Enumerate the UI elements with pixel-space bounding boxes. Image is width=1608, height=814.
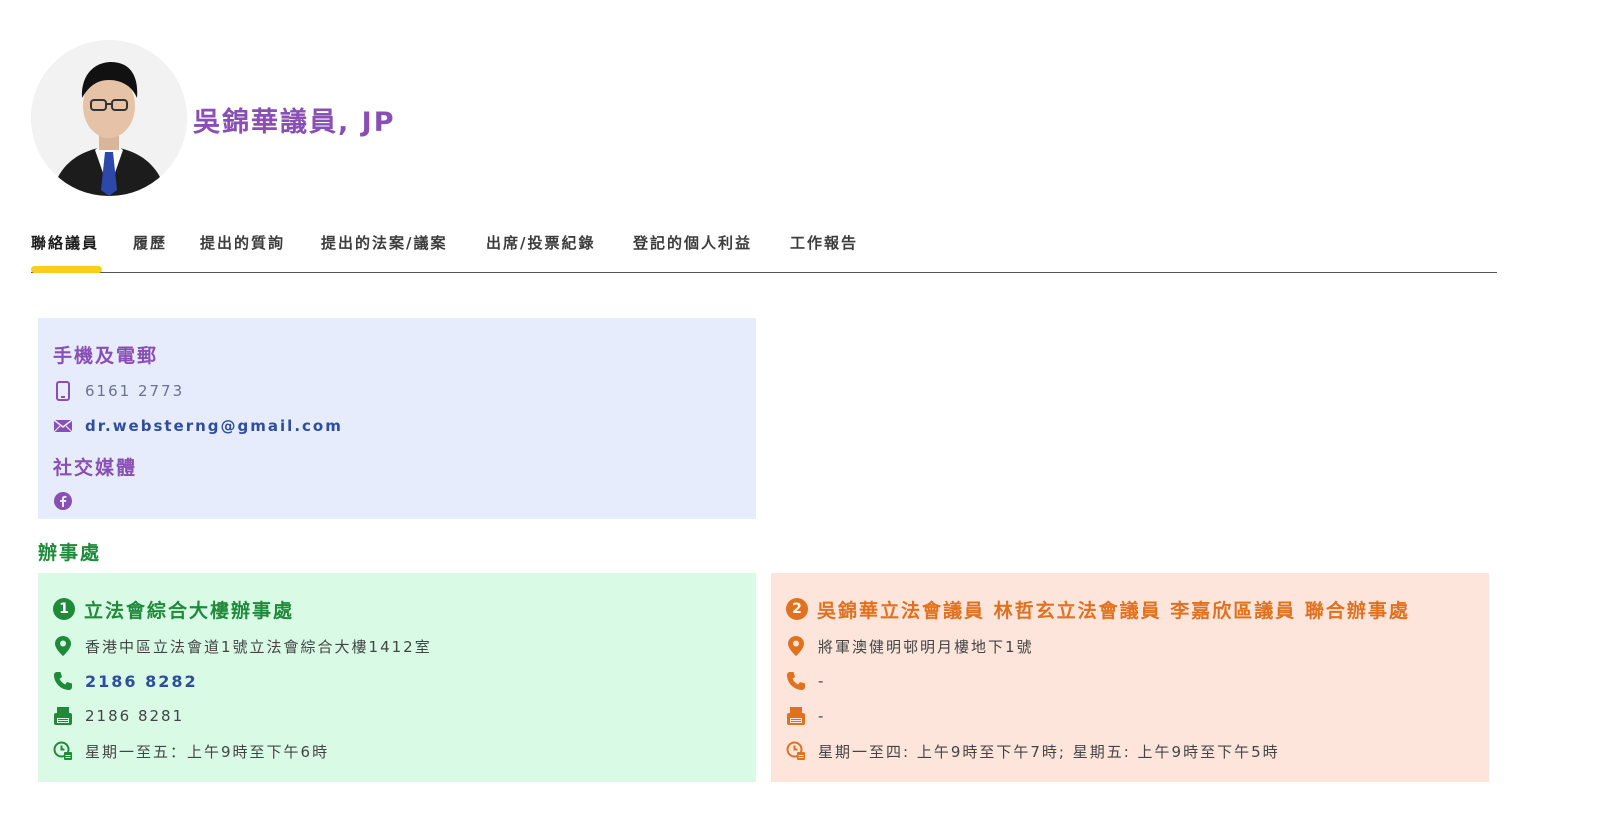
office-address: 將軍澳健明邨明月樓地下1號 (818, 637, 1034, 656)
address-row: 香港中區立法會道1號立法會綜合大樓1412室 (53, 634, 432, 658)
address-row: 將軍澳健明邨明月樓地下1號 (786, 634, 1034, 658)
tab-bills-motions[interactable]: 提出的法案/議案 (321, 232, 447, 253)
social-row (53, 489, 85, 513)
tel-row: - (786, 669, 825, 693)
office-title: 2 吳錦華立法會議員 林哲玄立法會議員 李嘉欣區議員 聯合辦事處 (786, 595, 1410, 623)
fax-icon (786, 706, 806, 726)
tab-personal-interests[interactable]: 登記的個人利益 (633, 232, 752, 253)
contact-box: 手機及電郵 6161 2773 dr.websterng@gmail.com 社… (38, 318, 756, 519)
tel-row: 2186 8282 (53, 669, 198, 693)
office-name: 吳錦華立法會議員 林哲玄立法會議員 李嘉欣區議員 聯合辦事處 (817, 599, 1410, 622)
fax-row: 2186 8281 (53, 704, 184, 728)
phone-row: 6161 2773 (53, 379, 184, 403)
mobile-phone-icon (53, 381, 73, 401)
office-card-2: 2 吳錦華立法會議員 林哲玄立法會議員 李嘉欣區議員 聯合辦事處 將軍澳健明邨明… (771, 573, 1489, 782)
active-tab-indicator (31, 266, 102, 273)
mail-icon (53, 416, 73, 436)
location-pin-icon (786, 636, 806, 656)
tab-work-report[interactable]: 工作報告 (790, 232, 858, 253)
office-address: 香港中區立法會道1號立法會綜合大樓1412室 (85, 637, 432, 656)
member-page: 吳錦華議員, JP 聯絡議員 履歷 提出的質詢 提出的法案/議案 出席/投票紀錄… (0, 0, 1608, 814)
office-hours: 星期一至五：上午9時至下午6時 (85, 742, 330, 761)
fax-row: - (786, 704, 825, 728)
office-name: 立法會綜合大樓辦事處 (84, 599, 295, 622)
tab-resume[interactable]: 履歷 (133, 232, 167, 253)
phone-number: 6161 2773 (85, 382, 185, 400)
office-hours: 星期一至四: 上午9時至下午7時; 星期五: 上午9時至下午5時 (818, 742, 1280, 761)
office-card-1: 1 立法會綜合大樓辦事處 香港中區立法會道1號立法會綜合大樓1412室 2186… (38, 573, 756, 782)
hours-row: 星期一至四: 上午9時至下午7時; 星期五: 上午9時至下午5時 (786, 739, 1280, 763)
clock-calendar-icon (786, 741, 806, 761)
avatar (31, 40, 187, 196)
tab-contact[interactable]: 聯絡議員 (31, 232, 99, 253)
office-tel[interactable]: 2186 8282 (85, 672, 198, 691)
office-number-badge: 2 (786, 598, 808, 620)
office-title: 1 立法會綜合大樓辦事處 (53, 595, 294, 623)
tab-attendance-voting[interactable]: 出席/投票紀錄 (486, 232, 595, 253)
email-row: dr.websterng@gmail.com (53, 414, 343, 438)
fax-icon (53, 706, 73, 726)
office-fax: 2186 8281 (85, 707, 185, 725)
office-number-badge: 1 (53, 598, 75, 620)
facebook-icon[interactable] (53, 491, 73, 511)
email-link[interactable]: dr.websterng@gmail.com (85, 417, 343, 435)
clock-calendar-icon (53, 741, 73, 761)
office-tel: - (818, 672, 826, 690)
hours-row: 星期一至五：上午9時至下午6時 (53, 739, 329, 763)
location-pin-icon (53, 636, 73, 656)
member-portrait-icon (31, 40, 187, 196)
profile-tabs: 聯絡議員 履歷 提出的質詢 提出的法案/議案 出席/投票紀錄 登記的個人利益 工… (31, 232, 1497, 273)
mobile-email-heading: 手機及電郵 (53, 345, 159, 367)
phone-icon (786, 671, 806, 691)
office-fax: - (818, 707, 826, 725)
member-name: 吳錦華議員, JP (193, 107, 396, 138)
phone-icon (53, 671, 73, 691)
social-media-heading: 社交媒體 (53, 457, 138, 479)
tab-questions[interactable]: 提出的質詢 (200, 232, 285, 253)
offices-heading: 辦事處 (38, 542, 102, 564)
